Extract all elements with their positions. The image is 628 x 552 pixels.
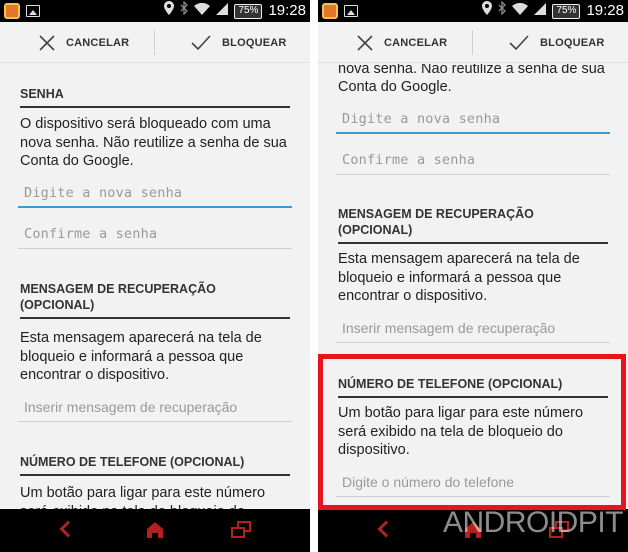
back-icon[interactable] — [377, 520, 395, 538]
cancel-button[interactable]: CANCELAR — [356, 22, 447, 63]
cancel-label: CANCELAR — [384, 36, 448, 49]
recovery-section-title: MENSAGEM DE RECUPERAÇÃO (OPCIONAL) — [338, 206, 608, 244]
battery-icon: 75% — [552, 3, 581, 19]
cancel-button[interactable]: CANCELAR — [38, 22, 129, 63]
action-bar: CANCELAR BLOQUEAR — [0, 22, 310, 63]
action-bar: CANCELAR BLOQUEAR — [318, 22, 628, 63]
block-label: BLOQUEAR — [222, 36, 287, 49]
block-button[interactable]: BLOQUEAR — [190, 22, 287, 63]
clock: 19:28 — [586, 2, 624, 19]
recovery-description: Esta mensagem aparecerá na tela de bloqu… — [20, 330, 262, 383]
recovery-description: Esta mensagem aparecerá na tela de bloqu… — [338, 251, 580, 304]
signal-icon — [216, 0, 229, 22]
signal-icon — [534, 0, 547, 22]
new-password-input[interactable]: Digite a nova senha — [18, 178, 292, 208]
confirm-password-input[interactable]: Confirme a senha — [336, 145, 610, 175]
password-description: O dispositivo será bloqueado com uma nov… — [338, 64, 605, 95]
recovery-message-input[interactable]: Inserir mensagem de recuperação — [18, 392, 292, 422]
close-icon — [39, 34, 55, 51]
battery-icon: 75% — [234, 3, 263, 19]
block-button[interactable]: BLOQUEAR — [508, 22, 605, 63]
new-password-input[interactable]: Digite a nova senha — [336, 104, 610, 134]
recovery-message-input[interactable]: Inserir mensagem de recuperação — [336, 313, 610, 343]
status-bar: 75% 19:28 — [0, 0, 310, 22]
back-icon[interactable] — [59, 520, 77, 538]
action-divider — [472, 30, 473, 55]
check-icon — [191, 34, 211, 50]
location-icon — [482, 0, 493, 22]
app-icon — [4, 3, 20, 19]
close-icon — [357, 34, 373, 51]
bluetooth-icon — [180, 0, 189, 22]
image-icon — [26, 5, 40, 17]
recovery-section-title: MENSAGEM DE RECUPERAÇÃO (OPCIONAL) — [20, 281, 290, 319]
clock: 19:28 — [268, 2, 306, 19]
phone-section-title: NÚMERO DE TELEFONE (OPCIONAL) — [20, 454, 290, 476]
password-section-title: SENHA — [20, 86, 290, 108]
action-divider — [154, 30, 155, 55]
wifi-icon — [194, 0, 211, 22]
recent-apps-icon[interactable] — [231, 521, 251, 538]
phone-description: Um botão para ligar para este número ser… — [20, 485, 266, 509]
location-icon — [164, 0, 175, 22]
bluetooth-icon — [498, 0, 507, 22]
image-icon — [344, 5, 358, 17]
form-content[interactable]: SENHA O dispositivo será bloqueado com u… — [0, 64, 310, 509]
cancel-label: CANCELAR — [66, 36, 130, 49]
highlight-box — [318, 354, 626, 510]
app-icon — [322, 3, 338, 19]
watermark: ANDROIDPIT — [443, 506, 624, 539]
password-description: O dispositivo será bloqueado com uma nov… — [20, 116, 287, 169]
confirm-password-input[interactable]: Confirme a senha — [18, 219, 292, 249]
left-screenshot: 75% 19:28 CANCELAR BLOQUEAR SENHA O disp… — [0, 0, 310, 552]
home-icon[interactable] — [145, 520, 165, 540]
status-bar: 75% 19:28 — [318, 0, 628, 22]
check-icon — [509, 34, 529, 50]
block-label: BLOQUEAR — [540, 36, 605, 49]
navigation-bar — [0, 509, 310, 552]
wifi-icon — [512, 0, 529, 22]
